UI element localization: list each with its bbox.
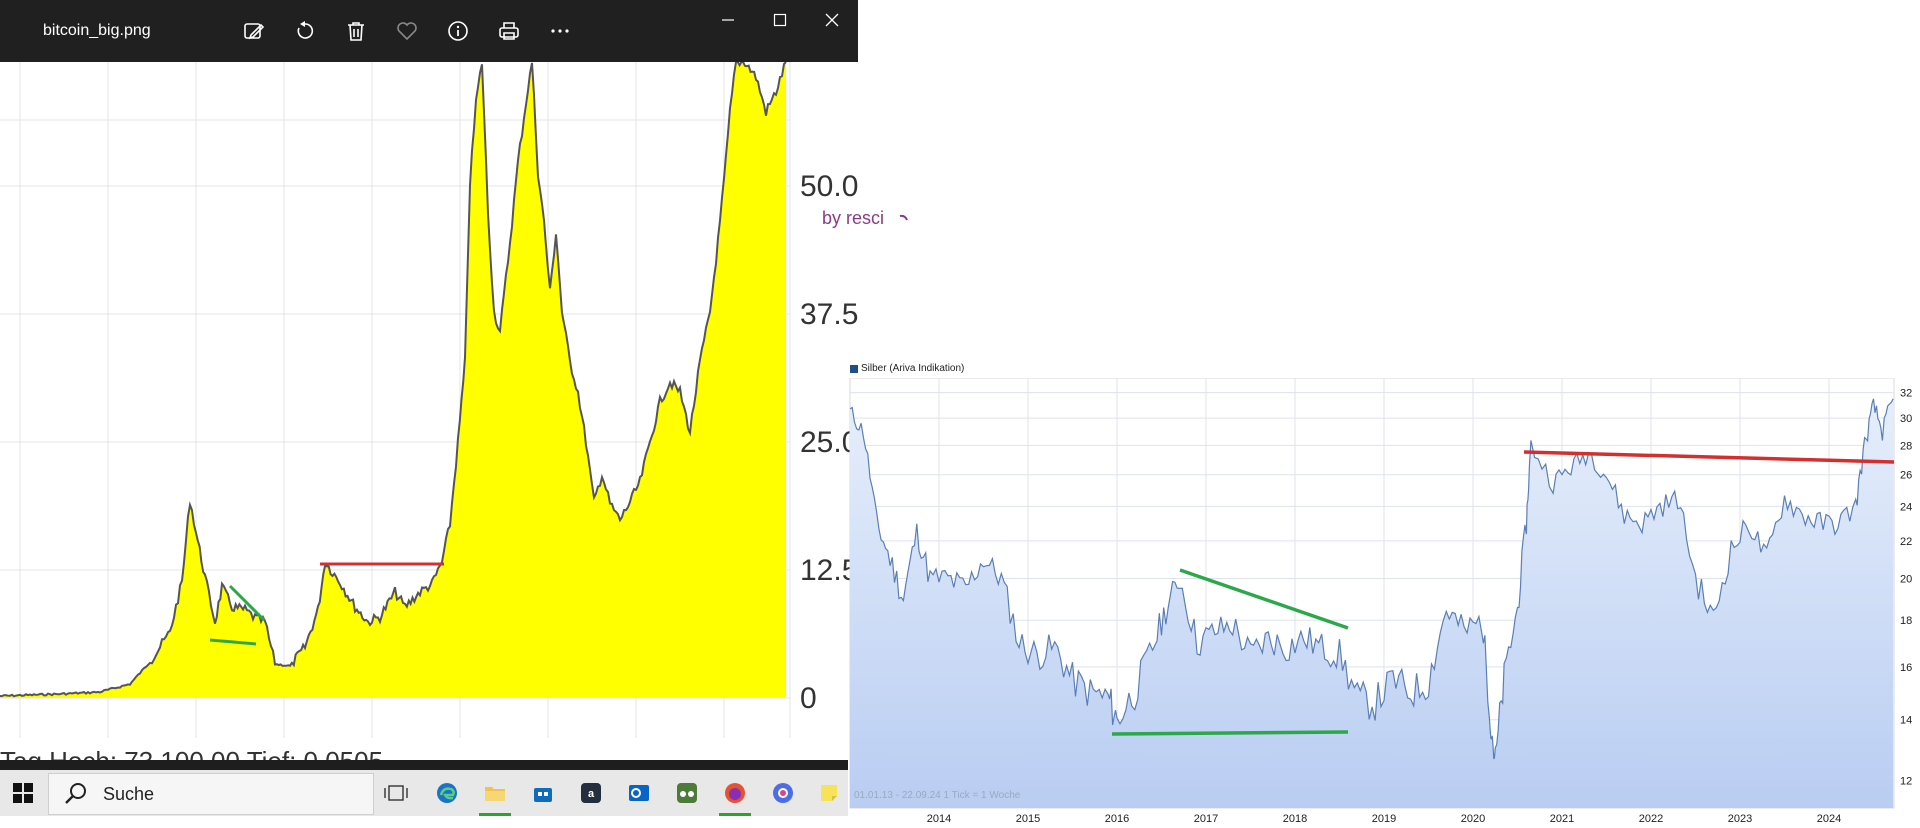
- bitcoin-y-tick: 50.00: [800, 170, 858, 203]
- active-indicator: [479, 813, 511, 816]
- silver-x-tick: 2017: [1194, 813, 1218, 825]
- taskbar: Suche a: [0, 770, 848, 816]
- chrome-app-icon[interactable]: [767, 777, 799, 809]
- minimize-icon[interactable]: [708, 6, 748, 34]
- outlook-icon[interactable]: [623, 777, 655, 809]
- silver-y-tick: 12: [1900, 776, 1912, 788]
- bitcoin-price-area: [0, 62, 786, 698]
- silver-x-tick: 2022: [1639, 813, 1663, 825]
- silver-y-tick: 28: [1900, 440, 1912, 452]
- legend-swatch: [850, 364, 858, 373]
- viewer-bottom-border: [0, 760, 848, 770]
- silver-x-tick: 2014: [927, 813, 951, 825]
- firefox-icon[interactable]: [719, 777, 751, 816]
- search-icon: [65, 783, 86, 804]
- title-bar: bitcoin_big.png: [0, 0, 858, 62]
- silver-x-tick: 2016: [1105, 813, 1129, 825]
- taskbar-search-box[interactable]: Suche: [48, 773, 374, 815]
- silver-chart-panel: Silber (Ariva Indikation) 2014 2015 2016 20…: [848, 358, 1920, 828]
- silver-y-tick: 24: [1900, 501, 1912, 513]
- task-view-icon[interactable]: [380, 777, 412, 809]
- silver-y-tick: 14: [1900, 715, 1912, 727]
- legend-label: Silber (Ariva Indikation): [861, 363, 965, 374]
- windows-logo-icon: [13, 783, 33, 803]
- silver-x-tick: 2024: [1817, 813, 1841, 825]
- search-label: Suche: [103, 783, 155, 804]
- delete-icon[interactable]: [342, 17, 370, 45]
- close-icon[interactable]: [812, 6, 852, 34]
- file-explorer-icon[interactable]: [479, 777, 511, 816]
- print-icon[interactable]: [495, 17, 523, 45]
- amazon-icon[interactable]: a: [575, 777, 607, 809]
- silver-y-tick: 20: [1900, 574, 1912, 586]
- windows-start-button[interactable]: [0, 770, 46, 816]
- tripadvisor-icon[interactable]: [671, 777, 703, 809]
- silver-x-tick: 2021: [1550, 813, 1574, 825]
- store-icon[interactable]: [527, 777, 559, 809]
- active-indicator: [719, 813, 751, 816]
- silver-y-tick: 30: [1900, 413, 1912, 425]
- silver-x-tick: 2019: [1372, 813, 1396, 825]
- silver-y-tick: 22: [1900, 536, 1912, 548]
- silver-triangle-lower-line: [1111, 730, 1349, 736]
- silver-x-tick: 2020: [1461, 813, 1485, 825]
- silver-footer-note: 01.01.13 - 22.09.24 1 Tick = 1 Woche: [854, 790, 1021, 801]
- rotate-icon[interactable]: [291, 17, 319, 45]
- silver-y-tick: 26: [1900, 470, 1912, 482]
- watermark-text: by resci: [822, 208, 913, 229]
- bitcoin-y-tick: 37.50: [800, 298, 858, 331]
- favorite-icon[interactable]: [393, 17, 421, 45]
- silver-y-tick: 32: [1900, 388, 1912, 400]
- bitcoin-y-tick: 0: [800, 682, 817, 715]
- silver-y-tick: 16: [1900, 662, 1912, 674]
- silver-legend: Silber (Ariva Indikation): [850, 363, 964, 374]
- info-icon[interactable]: [444, 17, 472, 45]
- silver-x-tick: 2018: [1283, 813, 1307, 825]
- silver-chart: 2014 2015 2016 2017 2018 2019 2020 2021 2022 2023…: [849, 378, 1912, 825]
- sticky-notes-icon[interactable]: [813, 777, 845, 809]
- more-icon[interactable]: [546, 17, 574, 45]
- silver-y-tick: 18: [1900, 615, 1912, 627]
- svg-text:a: a: [588, 788, 595, 800]
- bitcoin-chart: 50.0037.5025.012.50 Tag Hoch: 73.100,00 …: [0, 62, 858, 770]
- photo-viewer-window: 50.0037.5025.012.50 Tag Hoch: 73.100,00 …: [0, 0, 858, 770]
- edit-image-icon[interactable]: [240, 17, 268, 45]
- silver-x-tick: 2015: [1016, 813, 1040, 825]
- file-name-title: bitcoin_big.png: [43, 22, 151, 39]
- watermark-mark-icon: [899, 214, 908, 221]
- maximize-icon[interactable]: [760, 6, 800, 34]
- silver-x-tick: 2023: [1728, 813, 1752, 825]
- watermark-label: by resci: [822, 208, 885, 228]
- edge-icon[interactable]: [431, 777, 463, 809]
